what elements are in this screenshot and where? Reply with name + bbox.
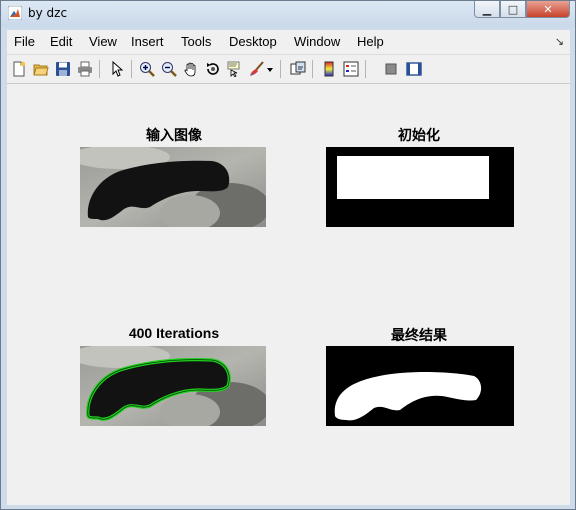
window-title: by dzc	[28, 6, 68, 20]
panel-title-input: 输入图像	[146, 127, 202, 143]
menu-edit[interactable]: Edit	[50, 34, 72, 49]
menu-file[interactable]: File	[14, 34, 35, 49]
panel-title-result: 最终结果	[391, 327, 447, 343]
axes-initialization[interactable]	[326, 147, 514, 227]
data-cursor-icon[interactable]	[226, 60, 243, 77]
panel-title-init: 初始化	[398, 127, 440, 143]
legend-icon[interactable]	[342, 60, 359, 77]
brush-dropdown-icon[interactable]	[265, 60, 274, 77]
close-icon: ✕	[543, 2, 553, 16]
show-plot-tools-icon[interactable]	[405, 60, 422, 77]
link-plot-icon[interactable]	[289, 60, 306, 77]
edit-plot-arrow-icon[interactable]	[108, 60, 125, 77]
maximize-button[interactable]: □	[500, 1, 526, 18]
figure-toolbar	[7, 55, 570, 84]
menu-tools[interactable]: Tools	[181, 34, 211, 49]
pan-hand-icon[interactable]	[182, 60, 199, 77]
close-button[interactable]: ✕	[526, 1, 570, 18]
open-file-icon[interactable]	[32, 60, 49, 77]
final-mask	[326, 346, 514, 426]
hide-plot-tools-icon[interactable]	[382, 60, 399, 77]
figure-window: by dzc ▁ □ ✕ File Edit View Insert Tools…	[0, 0, 576, 510]
minimize-icon: ▁	[482, 2, 492, 16]
maximize-icon: □	[507, 2, 519, 16]
dock-arrow-icon[interactable]: ↘	[555, 35, 564, 48]
menu-desktop[interactable]: Desktop	[229, 34, 277, 49]
brush-icon[interactable]	[248, 60, 265, 77]
zoom-out-icon[interactable]	[160, 60, 177, 77]
save-icon[interactable]	[54, 60, 71, 77]
rotate-3d-icon[interactable]	[204, 60, 221, 77]
contour-overlay-image	[80, 346, 266, 426]
input-image	[80, 147, 266, 227]
menu-help[interactable]: Help	[357, 34, 384, 49]
colorbar-icon[interactable]	[320, 60, 337, 77]
new-figure-icon[interactable]	[10, 60, 27, 77]
menu-view[interactable]: View	[89, 34, 117, 49]
menu-bar: File Edit View Insert Tools Desktop Wind…	[7, 30, 570, 55]
matlab-logo-icon	[8, 6, 22, 20]
init-mask	[326, 147, 514, 227]
panel-title-iterations: 400 Iterations	[128, 325, 220, 341]
axes-final-result[interactable]	[326, 346, 514, 426]
axes-iterations[interactable]	[80, 346, 266, 426]
axes-input-image[interactable]	[80, 147, 266, 227]
menu-insert[interactable]: Insert	[131, 34, 164, 49]
menu-window[interactable]: Window	[294, 34, 340, 49]
figure-canvas: 输入图像 初始化 400 Iterations 最终结果	[7, 84, 570, 505]
print-icon[interactable]	[76, 60, 93, 77]
title-bar[interactable]: by dzc ▁ □ ✕	[1, 1, 575, 27]
zoom-in-icon[interactable]	[138, 60, 155, 77]
minimize-button[interactable]: ▁	[474, 1, 500, 18]
